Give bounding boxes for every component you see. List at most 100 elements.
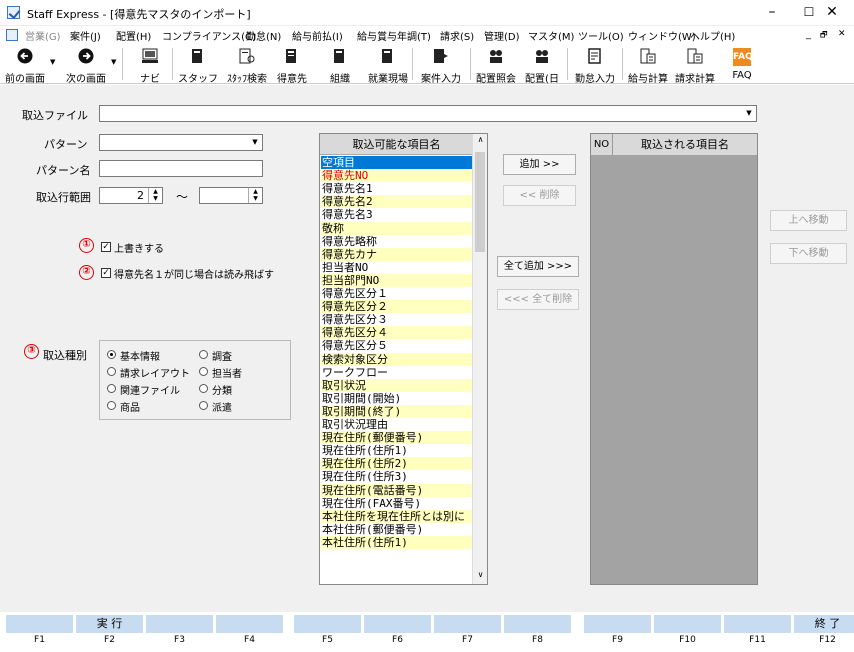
toolbar-customer-button[interactable]: 得意先 <box>272 46 312 85</box>
available-item[interactable]: 本社住所を現在住所とは別に <box>321 509 472 523</box>
menu-tool[interactable]: ツール(O) <box>578 28 624 43</box>
fkey-f3-button[interactable] <box>145 614 214 634</box>
spin-arrows-icon[interactable]: ▲ ▼ <box>148 188 162 203</box>
available-item[interactable]: 現在住所(FAX番号) <box>321 496 472 510</box>
pattern-name-input[interactable] <box>99 160 263 177</box>
forward-dropdown-icon[interactable]: ▼ <box>111 58 116 66</box>
toolbar-case-input-button[interactable]: 案件入力 <box>416 46 466 85</box>
menu-help[interactable]: ヘルプ(H) <box>690 28 735 43</box>
toolbar-back-button[interactable]: 前の画面 <box>0 46 50 85</box>
kind-radio-billing-layout[interactable] <box>107 367 116 376</box>
menu-eigyo[interactable]: 営業(G) <box>25 28 61 43</box>
menu-kintai[interactable]: 勤怠(N) <box>246 28 281 43</box>
toolbar-navi-button[interactable]: ナビ <box>130 46 170 85</box>
fkey-f9-button[interactable] <box>583 614 652 634</box>
available-item[interactable]: 得意先名1 <box>321 182 472 196</box>
available-item[interactable]: 取引期間(開始) <box>321 391 472 405</box>
fkey-f12-button[interactable]: 終 了 <box>793 614 854 634</box>
available-item[interactable]: 得意先名3 <box>321 208 472 222</box>
spin-arrows-icon[interactable]: ▲ ▼ <box>248 188 262 203</box>
kind-radio-product[interactable] <box>107 401 116 410</box>
available-item[interactable]: 得意先区分３ <box>321 313 472 327</box>
available-item[interactable]: 現在住所(電話番号) <box>321 483 472 497</box>
kind-radio-survey[interactable] <box>199 350 208 359</box>
menu-haichi[interactable]: 配置(H) <box>116 28 151 43</box>
move-up-button[interactable]: 上へ移動 <box>770 210 847 231</box>
fkey-f2-button[interactable]: 実 行 <box>75 614 144 634</box>
toolbar-faq-button[interactable]: FAQ FAQ <box>724 46 760 82</box>
fkey-f1-button[interactable] <box>5 614 74 634</box>
toolbar-worksite-button[interactable]: 就業現場 <box>366 46 410 85</box>
menu-maebarai[interactable]: 給与前払(I) <box>292 28 343 43</box>
menu-master[interactable]: マスタ(M) <box>528 28 574 43</box>
menu-compliance[interactable]: コンプライアンス(C) <box>162 28 256 43</box>
scroll-down-icon[interactable]: ∨ <box>473 570 488 579</box>
kind-radio-related-file[interactable] <box>107 384 116 393</box>
toolbar-payroll-button[interactable]: 給与計算 <box>624 46 672 85</box>
kind-radio-category[interactable] <box>199 384 208 393</box>
add-button[interactable]: 追加 >> <box>503 154 576 175</box>
pattern-select[interactable]: ▼ <box>99 134 263 151</box>
available-item[interactable]: 得意先区分４ <box>321 326 472 340</box>
available-item[interactable]: 現在住所(住所2) <box>321 457 472 471</box>
back-dropdown-icon[interactable]: ▼ <box>50 58 55 66</box>
available-item[interactable]: 現在住所(住所3) <box>321 470 472 484</box>
skip-duplicate-checkbox[interactable]: ✓ <box>101 268 111 278</box>
remove-all-button[interactable]: <<< 全て削除 <box>497 289 579 310</box>
available-item[interactable]: 敬称 <box>321 221 472 235</box>
range-to-stepper[interactable]: ▲ ▼ <box>199 187 263 204</box>
available-item[interactable]: 取引状況 <box>321 378 472 392</box>
toolbar-staff-search-button[interactable]: ｽﾀｯﾌ検索 <box>224 46 270 85</box>
mdi-minimize-button[interactable]: _ <box>806 29 811 40</box>
available-item[interactable]: 現在住所(郵便番号) <box>321 431 472 445</box>
available-items-list[interactable]: 取込可能な項目名 空項目 得意先NO 得意先名1 得意先名2 得意先名3 敬称 得意先略称得… <box>319 133 488 585</box>
available-item[interactable]: ワークフロー <box>321 365 472 379</box>
available-item[interactable]: 得意先区分２ <box>321 300 472 314</box>
available-item[interactable]: 得意先カナ <box>321 247 472 261</box>
fkey-f7-button[interactable] <box>433 614 502 634</box>
menu-seikyu[interactable]: 請求(S) <box>440 28 474 43</box>
available-item[interactable]: 空項目 <box>321 156 472 169</box>
available-item[interactable]: 本社住所(郵便番号) <box>321 522 472 536</box>
remove-button[interactable]: << 削除 <box>503 185 576 206</box>
available-item[interactable]: 担当者NO <box>321 260 472 274</box>
file-select[interactable]: ▼ <box>99 105 757 122</box>
add-all-button[interactable]: 全て追加 >>> <box>497 256 579 277</box>
mdi-restore-button[interactable]: 🗗 <box>820 29 828 43</box>
toolbar-placement-daily-button[interactable]: 配置(日 <box>520 46 564 85</box>
range-from-stepper[interactable]: 2 ▲ ▼ <box>99 187 163 204</box>
scroll-up-icon[interactable]: ∧ <box>473 135 488 144</box>
close-button[interactable]: ✕ <box>812 2 852 22</box>
available-item[interactable]: 得意先名2 <box>321 195 472 209</box>
available-item[interactable]: 検索対象区分 <box>321 352 472 366</box>
menu-kyuyo[interactable]: 給与賞与年調(T) <box>357 28 431 43</box>
available-item[interactable]: 得意先NO <box>321 169 472 183</box>
available-item[interactable]: 得意先区分１ <box>321 287 472 300</box>
toolbar-attendance-input-button[interactable]: 勤怠入力 <box>570 46 620 85</box>
available-item[interactable]: 本社住所(住所1) <box>321 535 472 549</box>
kind-radio-basic[interactable] <box>107 350 116 359</box>
available-item[interactable]: 現在住所(住所1) <box>321 444 472 458</box>
kind-radio-person[interactable] <box>199 367 208 376</box>
toolbar-billing-button[interactable]: 請求計算 <box>672 46 718 85</box>
menu-anken[interactable]: 案件(J) <box>70 28 101 43</box>
selected-items-list[interactable]: NO 取込される項目名 <box>590 133 758 585</box>
kind-radio-dispatch[interactable] <box>199 401 208 410</box>
available-item[interactable]: 取引状況理由 <box>321 418 472 431</box>
menu-kanri[interactable]: 管理(D) <box>484 28 520 43</box>
minimize-button[interactable]: – <box>752 2 792 22</box>
fkey-f4-button[interactable] <box>215 614 284 634</box>
fkey-f8-button[interactable] <box>503 614 572 634</box>
move-down-button[interactable]: 下へ移動 <box>770 243 847 264</box>
overwrite-checkbox[interactable]: ✓ <box>101 242 111 252</box>
toolbar-staff-button[interactable]: スタッフ <box>176 46 220 85</box>
scroll-thumb[interactable] <box>475 152 485 252</box>
toolbar-placement-query-button[interactable]: 配置照会 <box>473 46 519 85</box>
available-item[interactable]: 担当部門NO <box>321 273 472 287</box>
fkey-f5-button[interactable] <box>293 614 362 634</box>
list-scrollbar[interactable]: ∧ ∨ <box>472 134 487 584</box>
mdi-close-button[interactable]: ✕ <box>838 29 846 39</box>
available-item[interactable]: 得意先略称 <box>321 234 472 248</box>
fkey-f11-button[interactable] <box>723 614 792 634</box>
menu-window[interactable]: ウィンドウ(W) <box>628 28 696 43</box>
